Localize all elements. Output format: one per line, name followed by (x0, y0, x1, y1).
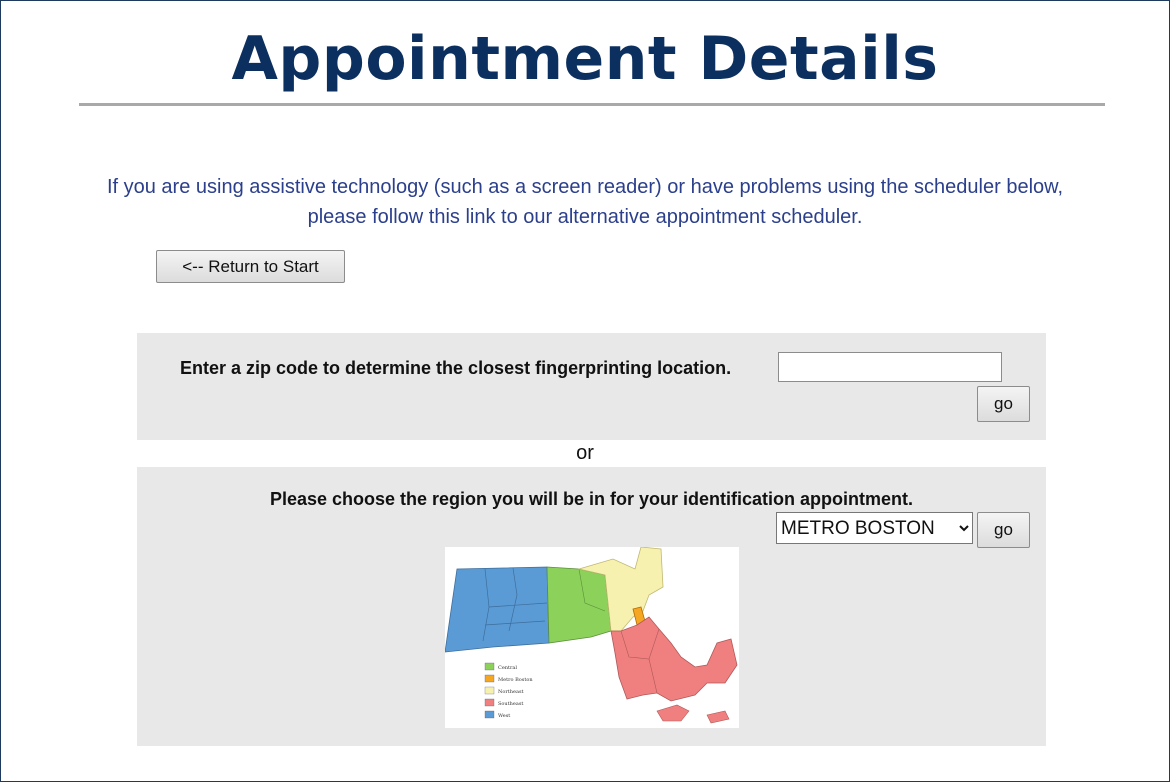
zip-code-label: Enter a zip code to determine the closes… (180, 358, 732, 378)
legend-central: Central (498, 665, 517, 671)
region-label: Please choose the region you will be in … (269, 489, 914, 509)
zip-code-input[interactable] (778, 352, 1002, 382)
page-title: Appointment Details (231, 24, 939, 94)
region-go-button[interactable]: go (977, 512, 1030, 548)
massachusetts-region-map-image: Central Metro Boston Northeast Southeast… (445, 547, 738, 724)
legend-west: West (498, 713, 510, 719)
legend-northeast: Northeast (498, 689, 524, 695)
legend-southeast: Southeast (498, 701, 523, 707)
assist-text-line-1: If you are using assistive technology (s… (106, 176, 1064, 198)
map-island-marthas-vineyard (656, 704, 690, 722)
map-region-southeast (610, 616, 738, 702)
map-region-central (546, 566, 612, 644)
or-separator: or (576, 442, 594, 464)
title-divider (79, 103, 1105, 106)
map-island-nantucket (706, 710, 730, 724)
map-region-west (445, 566, 550, 653)
zip-go-button[interactable]: go (977, 386, 1030, 422)
region-panel: Please choose the region you will be in … (137, 467, 1046, 746)
alternative-scheduler-link[interactable]: please follow this link to our alternati… (0, 202, 1170, 232)
return-to-start-button[interactable]: <-- Return to Start (156, 250, 345, 283)
legend-metro-boston: Metro Boston (498, 677, 533, 683)
map-legend: Central Metro Boston Northeast Southeast… (484, 662, 533, 719)
zip-code-panel: Enter a zip code to determine the closes… (137, 333, 1046, 440)
region-select[interactable]: METRO BOSTON (776, 512, 973, 544)
region-map: Central Metro Boston Northeast Southeast… (445, 547, 739, 728)
assistive-technology-notice: If you are using assistive technology (s… (0, 172, 1170, 232)
